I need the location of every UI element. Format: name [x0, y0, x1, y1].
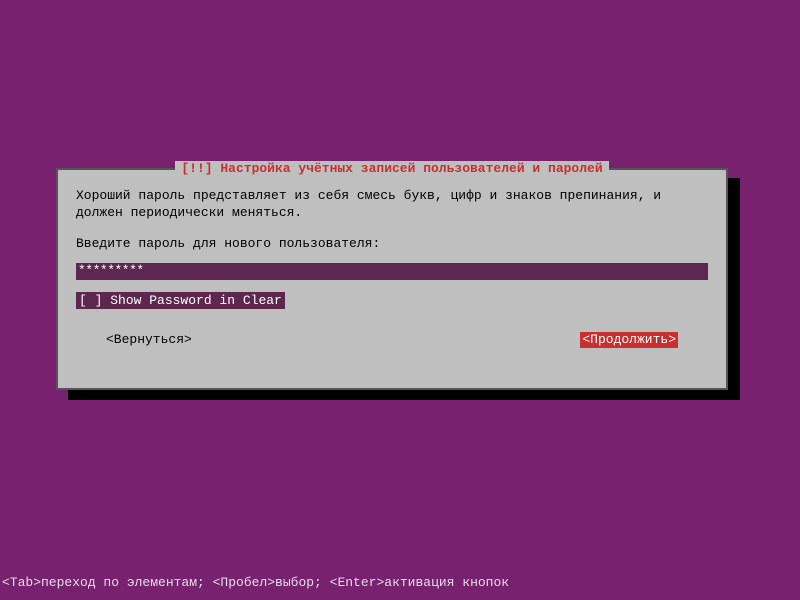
dialog-body: Хороший пароль представляет из себя смес…	[58, 170, 726, 362]
installer-dialog: [!!] Настройка учётных записей пользоват…	[56, 168, 728, 390]
keyboard-hint: <Tab>переход по элементам; <Пробел>выбор…	[2, 575, 509, 592]
button-row: <Вернуться> <Продолжить>	[76, 332, 708, 349]
continue-button[interactable]: <Продолжить>	[580, 332, 678, 349]
password-prompt: Введите пароль для нового пользователя:	[76, 236, 708, 253]
checkbox-state: [ ]	[79, 293, 102, 308]
dialog-description: Хороший пароль представляет из себя смес…	[76, 188, 708, 222]
back-button[interactable]: <Вернуться>	[106, 332, 192, 349]
dialog-title: [!!] Настройка учётных записей пользоват…	[175, 161, 608, 178]
password-input[interactable]: *********	[76, 263, 708, 280]
show-password-checkbox[interactable]: [ ] Show Password in Clear	[76, 292, 285, 309]
checkbox-label: Show Password in Clear	[110, 293, 282, 308]
